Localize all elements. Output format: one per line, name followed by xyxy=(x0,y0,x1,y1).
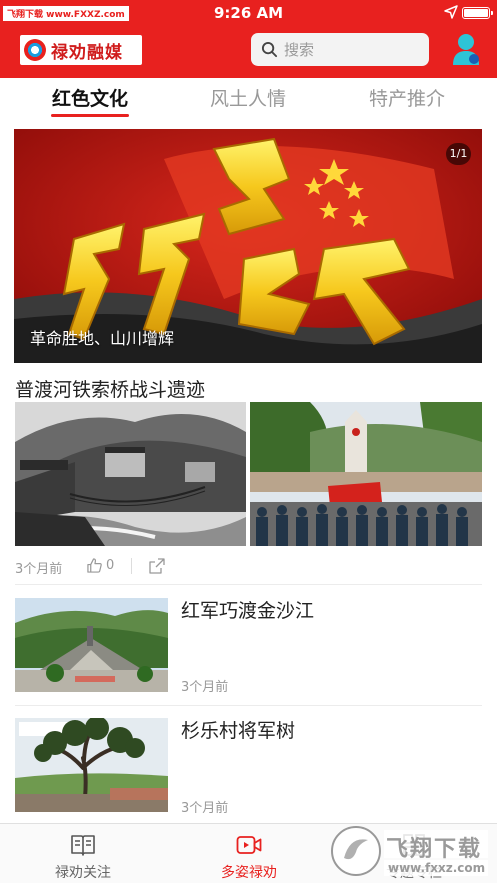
category-tabs: 红色文化 风土人情 特产推介 xyxy=(0,78,497,118)
watermark-text: 飞翔下载 xyxy=(386,837,483,862)
article-title[interactable]: 红军巧渡金沙江 xyxy=(181,596,314,623)
featured-banner[interactable]: 革命胜地、山川增辉 1/1 xyxy=(14,129,482,363)
banner-caption: 革命胜地、山川增辉 xyxy=(30,329,175,348)
nav-label: 多姿禄劝 xyxy=(221,865,277,881)
search-bar[interactable]: 搜索 xyxy=(251,33,429,66)
active-tab-indicator xyxy=(51,114,129,117)
tab-red-culture[interactable]: 红色文化 xyxy=(30,84,150,111)
article-image-monument[interactable] xyxy=(250,402,482,546)
watermark-url: www.fxxz.com xyxy=(388,861,486,875)
status-time: 9:26 AM xyxy=(213,4,284,22)
nav-label: 禄劝关注 xyxy=(55,865,111,881)
article-thumb-general-tree[interactable] xyxy=(15,718,168,812)
logo-mark-icon xyxy=(24,39,46,61)
banner-pager: 1/1 xyxy=(446,143,471,165)
book-icon xyxy=(71,835,95,856)
app-header: 飞翔下载 www.FXXZ.com 9:26 AM 禄劝融媒 搜索 xyxy=(0,0,497,78)
nav-item-colorful-luquan[interactable]: 多姿禄劝 xyxy=(166,824,332,883)
search-icon xyxy=(261,41,278,58)
article-title[interactable]: 普渡河铁索桥战斗遗迹 xyxy=(15,375,205,402)
search-placeholder: 搜索 xyxy=(284,41,315,59)
location-arrow-icon xyxy=(444,5,458,19)
logo-text: 禄劝融媒 xyxy=(51,42,123,63)
video-icon xyxy=(236,836,262,854)
tab-local-customs[interactable]: 风土人情 xyxy=(188,84,308,111)
watermark-overlay: 飞翔下载 www.fxxz.com xyxy=(330,822,490,880)
battery-icon xyxy=(462,7,493,19)
general-tree-photo xyxy=(15,718,168,812)
share-icon[interactable] xyxy=(149,558,165,574)
tab-specialties[interactable]: 特产推介 xyxy=(347,84,467,111)
list-divider xyxy=(15,584,482,585)
app-logo[interactable]: 禄劝融媒 xyxy=(20,35,142,65)
list-divider xyxy=(15,705,482,706)
article-time: 3个月前 xyxy=(181,801,229,816)
jinsha-photo xyxy=(15,598,168,692)
article-image-bridge[interactable] xyxy=(15,402,246,546)
nav-item-luquan-focus[interactable]: 禄劝关注 xyxy=(0,824,166,883)
article-thumb-jinsha[interactable] xyxy=(15,598,168,692)
bridge-photo xyxy=(15,402,246,546)
status-bar: 飞翔下载 www.FXXZ.com 9:26 AM xyxy=(0,0,497,24)
thumbs-up-icon[interactable] xyxy=(87,558,102,573)
user-avatar-icon[interactable] xyxy=(451,32,481,66)
article-title[interactable]: 杉乐村将军树 xyxy=(181,716,295,743)
like-count: 0 xyxy=(106,558,115,573)
monument-photo xyxy=(250,402,482,546)
article-time: 3个月前 xyxy=(15,562,63,577)
meta-divider xyxy=(131,558,132,574)
article-time: 3个月前 xyxy=(181,680,229,695)
